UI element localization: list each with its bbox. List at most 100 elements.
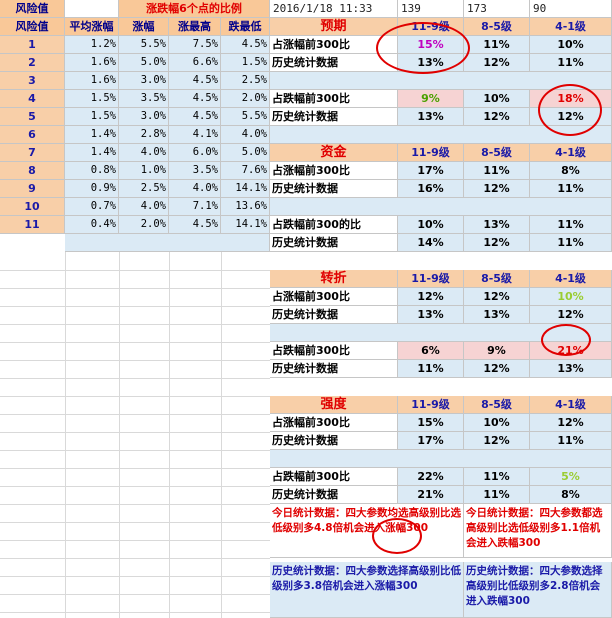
risk-data-cell[interactable]: 4.5%: [169, 216, 221, 234]
grade-value-cell[interactable]: 14%: [398, 234, 464, 252]
risk-value-cell[interactable]: 1: [0, 36, 65, 54]
risk-data-cell[interactable]: 3.0%: [119, 72, 169, 90]
col-header-rise[interactable]: 涨幅: [119, 18, 169, 36]
grade-value-cell[interactable]: 12%: [464, 54, 530, 72]
grade-value-cell[interactable]: 12%: [398, 288, 464, 306]
risk-data-cell[interactable]: 14.1%: [221, 180, 270, 198]
grade-value-cell[interactable]: 22%: [398, 468, 464, 486]
grade-value-cell[interactable]: 13%: [530, 360, 612, 378]
grade-header[interactable]: 4-1级: [530, 144, 612, 162]
grade-value-cell[interactable]: 11%: [464, 162, 530, 180]
col-header-low[interactable]: 跌最低: [221, 18, 270, 36]
grade-header[interactable]: 4-1级: [530, 270, 612, 288]
grade-value-cell[interactable]: 11%: [464, 36, 530, 54]
row-label[interactable]: 占涨幅前300比: [270, 162, 398, 180]
grade-value-cell[interactable]: 11%: [530, 216, 612, 234]
number-cell-3[interactable]: 90: [530, 0, 612, 18]
risk-value-cell[interactable]: 3: [0, 72, 65, 90]
risk-data-cell[interactable]: 5.5%: [221, 108, 270, 126]
grade-value-cell[interactable]: 12%: [464, 360, 530, 378]
grade-header[interactable]: 8-5级: [464, 396, 530, 414]
risk-data-cell[interactable]: 3.5%: [119, 90, 169, 108]
empty-cell[interactable]: [65, 234, 270, 252]
grade-value-cell[interactable]: 12%: [530, 306, 612, 324]
risk-data-cell[interactable]: 5.5%: [119, 36, 169, 54]
row-label[interactable]: 历史统计数据: [270, 54, 398, 72]
grade-value-cell[interactable]: 11%: [464, 486, 530, 504]
col-header-high[interactable]: 涨最高: [169, 18, 221, 36]
risk-data-cell[interactable]: 4.0%: [221, 126, 270, 144]
empty-cell[interactable]: [65, 0, 119, 18]
risk-value-cell[interactable]: 4: [0, 90, 65, 108]
grade-value-cell[interactable]: 6%: [398, 342, 464, 360]
grade-value-cell[interactable]: 11%: [530, 432, 612, 450]
row-label[interactable]: 占涨幅前300比: [270, 36, 398, 54]
grade-header[interactable]: 4-1级: [530, 18, 612, 36]
grade-value-cell[interactable]: 12%: [464, 288, 530, 306]
section-title-zijin[interactable]: 资金: [270, 144, 398, 162]
risk-value-cell[interactable]: 11: [0, 216, 65, 234]
grade-value-cell[interactable]: 13%: [398, 108, 464, 126]
note-today-up[interactable]: 今日统计数据：四大参数均选高级别比选低级别多4.8倍机会进入涨幅300: [270, 504, 464, 558]
empty-cell[interactable]: [270, 72, 612, 90]
risk-value-cell[interactable]: 10: [0, 198, 65, 216]
grade-value-cell[interactable]: 11%: [530, 180, 612, 198]
grade-value-cell[interactable]: 11%: [530, 54, 612, 72]
grade-value-cell[interactable]: 10%: [530, 288, 612, 306]
grade-value-cell[interactable]: 13%: [398, 306, 464, 324]
empty-cell[interactable]: [270, 198, 612, 216]
col-header-risk[interactable]: 风险值: [0, 0, 65, 18]
grade-value-cell[interactable]: 12%: [464, 234, 530, 252]
empty-cell[interactable]: [270, 324, 612, 342]
number-cell-2[interactable]: 173: [464, 0, 530, 18]
risk-data-cell[interactable]: 2.8%: [119, 126, 169, 144]
grade-value-cell[interactable]: 13%: [464, 306, 530, 324]
row-label[interactable]: 历史统计数据: [270, 432, 398, 450]
row-label[interactable]: 占跌幅前300比: [270, 90, 398, 108]
row-label[interactable]: 占涨幅前300比: [270, 414, 398, 432]
col-header-risk[interactable]: 风险值: [0, 18, 65, 36]
risk-data-cell[interactable]: 4.5%: [169, 72, 221, 90]
risk-data-cell[interactable]: 13.6%: [221, 198, 270, 216]
risk-data-cell[interactable]: 2.0%: [221, 90, 270, 108]
grade-header[interactable]: 11-9级: [398, 270, 464, 288]
risk-data-cell[interactable]: 4.0%: [119, 198, 169, 216]
note-today-down[interactable]: 今日统计数据：四大参数都选高级别比选低级别多1.1倍机会进入跌幅300: [464, 504, 612, 558]
row-label[interactable]: 历史统计数据: [270, 360, 398, 378]
risk-value-cell[interactable]: 9: [0, 180, 65, 198]
grade-value-cell[interactable]: 11%: [530, 234, 612, 252]
risk-data-cell[interactable]: 5.0%: [119, 54, 169, 72]
row-label[interactable]: 占涨幅前300比: [270, 288, 398, 306]
risk-value-cell[interactable]: 5: [0, 108, 65, 126]
risk-data-cell[interactable]: 7.5%: [169, 36, 221, 54]
note-hist-down[interactable]: 历史统计数据：四大参数选择高级别比低级别多2.8倍机会进入跌幅300: [464, 562, 612, 618]
grade-header[interactable]: 11-9级: [398, 396, 464, 414]
row-label[interactable]: 占跌幅前300的比: [270, 216, 398, 234]
grade-value-cell[interactable]: 21%: [398, 486, 464, 504]
col-header-avg[interactable]: 平均涨幅: [65, 18, 119, 36]
risk-data-cell[interactable]: 1.0%: [119, 162, 169, 180]
grade-header[interactable]: 8-5级: [464, 270, 530, 288]
risk-data-cell[interactable]: 1.6%: [65, 72, 119, 90]
grade-value-cell[interactable]: 11%: [464, 468, 530, 486]
risk-value-cell[interactable]: 8: [0, 162, 65, 180]
datetime-cell[interactable]: 2016/1/18 11:33: [270, 0, 398, 18]
risk-value-cell[interactable]: 2: [0, 54, 65, 72]
number-cell-1[interactable]: 139: [398, 0, 464, 18]
risk-data-cell[interactable]: 4.0%: [169, 180, 221, 198]
risk-data-cell[interactable]: 5.0%: [221, 144, 270, 162]
grade-value-cell[interactable]: 15%: [398, 414, 464, 432]
risk-data-cell[interactable]: 3.0%: [119, 108, 169, 126]
risk-data-cell[interactable]: 4.1%: [169, 126, 221, 144]
row-label[interactable]: 占跌幅前300比: [270, 468, 398, 486]
risk-data-cell[interactable]: 1.5%: [221, 54, 270, 72]
grade-value-cell[interactable]: 12%: [464, 180, 530, 198]
risk-data-cell[interactable]: 4.5%: [221, 36, 270, 54]
grade-value-cell[interactable]: 9%: [464, 342, 530, 360]
grade-value-cell[interactable]: 10%: [464, 90, 530, 108]
risk-data-cell[interactable]: 2.5%: [221, 72, 270, 90]
grade-header[interactable]: 8-5级: [464, 144, 530, 162]
grade-header[interactable]: 4-1级: [530, 396, 612, 414]
empty-cell[interactable]: [270, 126, 612, 144]
grade-value-cell[interactable]: 12%: [464, 432, 530, 450]
